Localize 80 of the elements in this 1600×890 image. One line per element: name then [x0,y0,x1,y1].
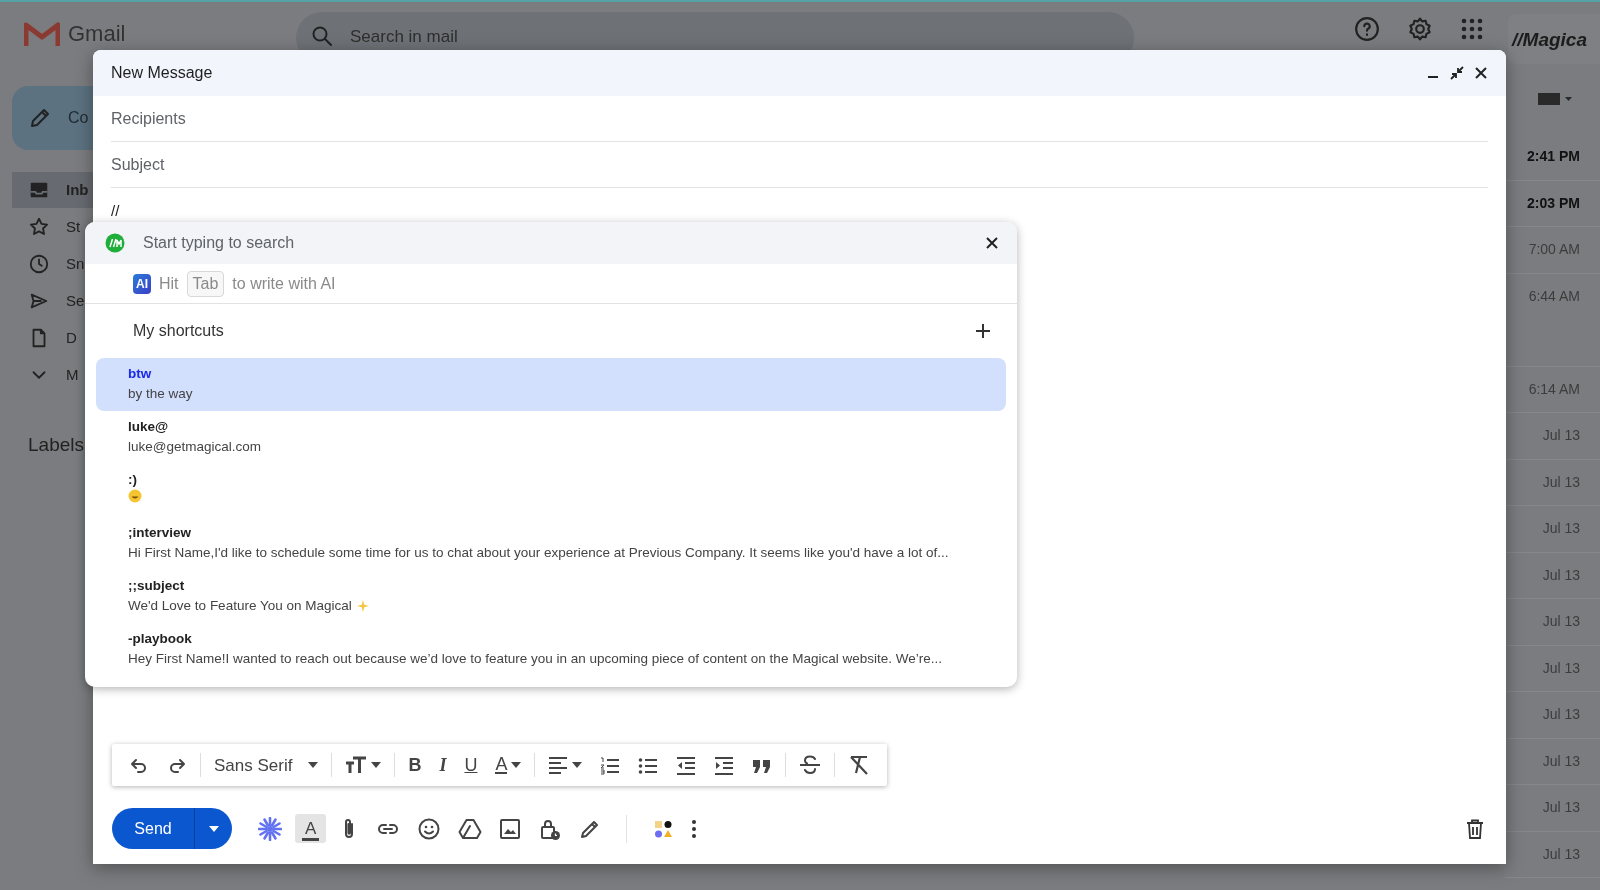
hint-text: Hit [159,273,179,294]
indent-less-icon [676,756,697,775]
font-select[interactable]: Sans Serif [205,752,328,778]
caret-icon [208,826,219,833]
sidebar-item[interactable]: M [12,357,93,393]
add-icon[interactable] [975,323,991,339]
quote-icon [752,758,773,775]
sidebar-item[interactable]: Se [12,283,93,319]
caret-icon [572,762,583,768]
shrink-icon[interactable] [1450,66,1464,80]
mail-time: Jul 13 [1542,798,1580,818]
apps-icon[interactable] [1460,17,1484,41]
send-options-button[interactable] [194,808,232,849]
hint-text: to write with AI [232,273,336,294]
indent-more-icon [714,756,735,775]
ai-badge: AI [133,273,151,294]
mail-time: Jul 13 [1542,612,1580,632]
formatting-button[interactable]: A [295,814,327,843]
remove-formatting-icon [848,755,871,776]
shortcut-item[interactable]: btw by the way [96,358,1006,411]
shortcut-item[interactable]: -playbook Hey First Name!I wanted to reach out because we’d love to feature you in an upcoming piece of content on the Magical website. We’re... [96,623,1006,676]
logo-icon [105,233,125,253]
clock-icon [28,253,50,275]
bold-button[interactable]: B [399,752,431,778]
mail-time: 6:14 AM [1528,379,1580,399]
smiley-outline-icon [417,816,442,841]
send-button[interactable]: Send [112,808,194,849]
brand-logo[interactable]: //Magica [1508,14,1600,64]
mail-time: 2:03 PM [1527,193,1580,213]
close-icon[interactable] [1474,66,1488,80]
mail-time: Jul 13 [1542,565,1580,585]
mail-time: Jul 13 [1542,705,1580,725]
numbered-list-icon [600,756,621,775]
trash-icon [1466,818,1484,839]
text-size-icon [345,756,368,774]
bulleted-list-icon [638,756,659,775]
search-bar[interactable]: Start typing to search [85,222,1017,264]
keyboard-icon[interactable] [1538,92,1572,106]
shortcut-item[interactable]: ;;subject We'd Love to Feature You on Magical [96,570,1006,623]
more-vert-icon [691,818,698,839]
mail-time: Jul 13 [1542,519,1580,539]
caret-icon [511,762,522,768]
mail-time: Jul 13 [1542,472,1580,492]
settings-icon[interactable] [1407,16,1433,42]
close-icon[interactable] [985,236,999,250]
align-left-icon [548,756,569,774]
search-placeholder: Search in mail [350,26,458,48]
help-icon[interactable] [1354,16,1380,42]
search-icon [310,24,334,48]
caret-icon [308,762,319,768]
strikethrough-icon [799,755,822,776]
mail-time: Jul 13 [1542,658,1580,678]
labels-heading: Labels [28,433,85,457]
window-title: New Message [111,63,214,83]
star-icon [28,216,50,238]
mail-time: 6:44 AM [1528,286,1580,306]
shortcut-item[interactable]: ;interview Hi First Name,I'd like to schedule some time for us to chat about your experience at Previous Company. It seems like you'd have a lot of... [96,517,1006,570]
shortcut-item[interactable]: :) [96,464,1006,517]
image-icon [499,817,522,840]
smiley-icon [128,489,142,503]
mail-time: Jul 13 [1542,844,1580,864]
mail-time: 2:41 PM [1527,147,1580,167]
mail-time: 7:00 AM [1528,240,1580,260]
pencil-icon [28,106,52,130]
text-color-button[interactable]: A [486,752,531,778]
key-hint: Tab [186,270,225,297]
mail-time: Jul 13 [1542,426,1580,446]
sidebar-item[interactable]: D [12,320,93,356]
shortcut-item[interactable]: luke@ luke@getmagical.com [96,411,1006,464]
triangle-icon [458,816,483,841]
search-field[interactable]: Start typing to search [141,230,969,256]
app-name: Gmail [68,19,126,48]
italic-button[interactable]: I [430,752,456,778]
gmail-logo-icon [24,19,60,47]
section-heading: My shortcuts [133,321,224,341]
caret-icon [371,762,382,768]
underline-button[interactable]: U [455,752,487,778]
body-text[interactable]: // [111,202,120,219]
burst-icon [258,816,282,841]
mail-time: Jul 13 [1542,751,1580,771]
